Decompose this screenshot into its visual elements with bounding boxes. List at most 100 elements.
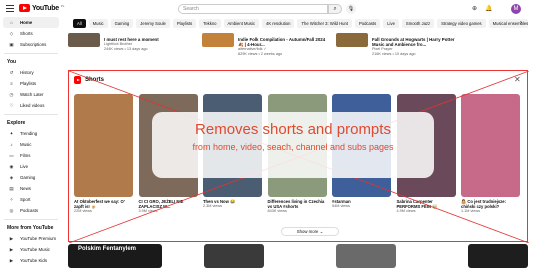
video-thumbnail[interactable] (468, 244, 528, 268)
avatar[interactable]: M (511, 4, 521, 14)
sidebar-heading-you[interactable]: You (0, 57, 62, 67)
video-card[interactable]: I must rest here a moment Lightfoot Broth… (68, 33, 198, 63)
sidebar-item-podcasts[interactable]: ◎ Podcasts (3, 205, 59, 216)
video-thumbnail[interactable] (336, 244, 396, 268)
chip-live[interactable]: Live (383, 19, 399, 28)
short-title[interactable]: Differences living in Czechia vs USA #sh… (268, 199, 327, 209)
youtube-logo[interactable]: YouTube PL (19, 4, 64, 12)
sidebar-item-news[interactable]: ▤ News (3, 183, 59, 194)
chip-4k-resolution[interactable]: 4K resolution (261, 19, 295, 28)
short-views: 2.3M views (203, 204, 222, 208)
video-card[interactable]: Indie Folk Compilation - Autumn/Fall 202… (202, 33, 332, 63)
video-thumbnail[interactable] (336, 33, 368, 47)
sidebar-item-subscriptions[interactable]: ▣ Subscriptions (3, 39, 59, 50)
chip-all[interactable]: All (73, 19, 86, 28)
short-title[interactable]: CI CI GRO, JEŻELI NIE ZAPLACISZ W... (139, 199, 198, 209)
sidebar-item-label: Gaming (20, 175, 36, 180)
create-icon[interactable]: ⊕ (472, 5, 477, 12)
voice-search-button[interactable]: 🎙 (346, 4, 356, 14)
video-thumbnail[interactable] (204, 244, 264, 268)
sidebar-item-shorts[interactable]: ◇ Shorts (3, 28, 59, 39)
short-card[interactable]: At Oktoberfest we say: O' zapft is! 🍺 22M… (74, 94, 133, 214)
microphone-icon: 🎙 (347, 6, 355, 12)
youtube-music-icon: ▶ (9, 247, 14, 252)
sidebar-item-label: YouTube Music (20, 247, 50, 252)
short-card[interactable]: 🤷 Co jest trudniejsze: chiński czy polsk… (461, 94, 520, 214)
chip-tekkno[interactable]: Tekkno (199, 19, 221, 28)
home-icon: ⌂ (10, 20, 13, 25)
logo-text: YouTube (32, 4, 59, 12)
short-thumbnail[interactable] (74, 94, 133, 197)
chip-playlists[interactable]: Playlists (172, 19, 197, 28)
youtube-logo-icon (19, 4, 30, 12)
chip-gaming[interactable]: Gaming (110, 19, 134, 28)
thumbnail-caption: Polskim Fentanylem (78, 246, 137, 252)
chip-music[interactable]: Music (88, 19, 108, 28)
podcasts-icon: ◎ (9, 208, 14, 213)
sidebar-item-gaming[interactable]: ◈ Gaming (3, 172, 59, 183)
video-thumbnail[interactable] (202, 33, 234, 47)
short-views: 3.9M views (138, 209, 158, 213)
video-meta: 244K views • 13 days ago (104, 46, 148, 51)
sidebar-item-label: Live (20, 164, 29, 169)
short-title[interactable]: 🤷 Co jest trudniejsze: chiński czy polsk… (461, 199, 520, 209)
search-input[interactable]: Search (178, 4, 328, 14)
divider (4, 114, 58, 115)
trending-icon: ✦ (9, 131, 14, 136)
sidebar-item-trending[interactable]: ✦ Trending (3, 128, 59, 139)
close-icon[interactable]: ✕ (514, 75, 521, 84)
youtube-premium-icon: ▶ (9, 236, 14, 241)
sidebar-item-label: YouTube Kids (20, 258, 48, 263)
chip-musical-ensembles[interactable]: Musical ensembles (488, 19, 528, 28)
sidebar-item-history[interactable]: ↺ History (3, 67, 59, 78)
short-title[interactable]: Sabrina Carpenter PERFORMS FEIN 🤯 (397, 199, 456, 209)
chip-podcasts[interactable]: Podcasts (354, 19, 381, 28)
sidebar-item-films[interactable]: ▭ Films (3, 150, 59, 161)
sidebar-item-liked-videos[interactable]: ♡ Liked videos (3, 100, 59, 111)
sidebar-item-youtube-music[interactable]: ▶ YouTube Music (3, 244, 59, 255)
video-title[interactable]: Fall Grounds at Hogwarts | Harry Potter … (372, 37, 462, 47)
chip-the-witcher-3-wild-hunt[interactable]: The Witcher 3: Wild Hunt (297, 19, 352, 28)
chip-strategy-video-games[interactable]: Strategy video games (437, 19, 486, 28)
search-button[interactable]: ⌕ (328, 4, 342, 14)
sidebar-item-label: Watch Later (20, 92, 44, 97)
bottom-video-row: Polskim Fentanylem (68, 244, 528, 268)
sidebar-item-label: Sport (20, 197, 31, 202)
sidebar-item-label: Home (20, 20, 33, 25)
youtube-kids-icon: ▶ (9, 258, 14, 263)
search-icon: ⌕ (333, 6, 337, 12)
video-title[interactable]: Indie Folk Compilation - Autumn/Fall 202… (238, 37, 328, 47)
sidebar: ⌂ Home ◇ Shorts ▣ Subscriptions You ↺ History ≡… (0, 17, 62, 268)
chip-smooth-jazz[interactable]: Smooth Jazz (401, 19, 435, 28)
video-card[interactable]: Fall Grounds at Hogwarts | Harry Potter … (336, 33, 466, 63)
chevron-right-icon[interactable]: › (520, 19, 522, 28)
video-thumbnail[interactable]: Polskim Fentanylem (68, 244, 162, 268)
sidebar-item-watch-later[interactable]: ◷ Watch Later (3, 89, 59, 100)
notifications-icon[interactable]: 🔔 (485, 5, 492, 12)
short-title[interactable]: At Oktoberfest we say: O' zapft is! 🍺 (74, 199, 133, 209)
sidebar-item-home[interactable]: ⌂ Home (3, 17, 59, 28)
sidebar-item-live[interactable]: ◉ Live (3, 161, 59, 172)
video-thumbnail[interactable] (68, 33, 100, 47)
gaming-icon: ◈ (9, 175, 14, 180)
shorts-heading: Shorts (85, 77, 105, 83)
chip-ambient-music[interactable]: Ambient Music (223, 19, 259, 28)
logo-region: PL (60, 4, 65, 8)
chip-jeremy-soule[interactable]: Jeremy Soule (136, 19, 170, 28)
show-more-button[interactable]: Show more ⌄ (281, 227, 339, 236)
sidebar-item-music[interactable]: ♪ Music (3, 139, 59, 150)
menu-icon[interactable] (6, 5, 14, 12)
sidebar-item-youtube-kids[interactable]: ▶ YouTube Kids (3, 255, 59, 266)
short-thumbnail[interactable] (461, 94, 520, 197)
music-icon: ♪ (10, 142, 13, 147)
short-views: 54M views (332, 204, 350, 208)
shorts-icon (74, 76, 81, 84)
history-icon: ↺ (9, 70, 14, 75)
sidebar-item-playlists[interactable]: ≡ Playlists (3, 78, 59, 89)
sport-icon: ✧ (9, 197, 14, 202)
sidebar-item-label: Films (20, 153, 31, 158)
sidebar-item-youtube-premium[interactable]: ▶ YouTube Premium (3, 233, 59, 244)
sidebar-item-sport[interactable]: ✧ Sport (3, 194, 59, 205)
chevron-down-icon: ⌄ (319, 229, 324, 234)
sidebar-item-label: News (20, 186, 31, 191)
